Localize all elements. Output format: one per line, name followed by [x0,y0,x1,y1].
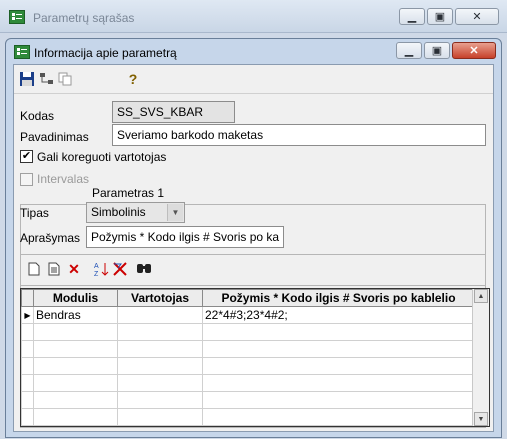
svg-text:A: A [94,263,99,270]
grid-table: Modulis Vartotojas Požymis * Kodo ilgis … [21,289,475,426]
tipas-select[interactable]: Simbolinis ▼ [86,202,185,223]
kodas-label: Kodas [20,109,55,123]
minimize-icon: ▁ [407,11,417,23]
new-icon [28,262,40,276]
save-button[interactable] [18,70,36,88]
column-header-modulis[interactable]: Modulis [33,289,118,307]
parameter-header: Parametras 1 [92,186,165,200]
vertical-scrollbar[interactable]: ▲ ▼ [472,289,489,426]
dialog-toolbar: ? [14,65,493,94]
pavadinimas-label: Pavadinimas [20,130,89,144]
filter-clear-icon [113,262,127,276]
save-icon [20,72,34,86]
maximize-icon: ▣ [431,45,443,57]
table-row[interactable] [21,374,475,392]
scroll-up-icon[interactable]: ▲ [474,289,488,303]
close-icon: ✕ [472,11,482,23]
intervalas-label: Intervalas [37,172,90,186]
minimize-icon: ▁ [404,45,414,57]
sort-button[interactable]: AZ [94,261,110,277]
dialog-titlebar[interactable]: Informacija apie parametrą ▁ ▣ ✕ [6,39,501,64]
close-button[interactable]: ✕ [455,8,499,25]
editable-checkbox[interactable]: ✔ [20,150,33,163]
minimize-button[interactable]: ▁ [396,42,422,59]
tree-icon [40,73,53,84]
app-icon [9,10,25,24]
edit-button[interactable] [46,261,62,277]
edit-icon [48,262,60,276]
copy-icon [58,72,72,86]
minimize-button[interactable]: ▁ [399,8,425,25]
column-header-pozymis[interactable]: Požymis * Kodo ilgis # Svoris po kableli… [202,289,475,307]
dialog-title: Informacija apie parametrą [34,46,177,60]
table-row[interactable] [21,408,475,426]
scroll-down-icon[interactable]: ▼ [474,412,488,426]
table-row[interactable] [21,340,475,358]
cell-vartotojas[interactable] [117,306,203,324]
find-button[interactable] [136,261,152,277]
pavadinimas-field[interactable]: Sveriamo barkodo maketas [112,124,486,146]
tipas-label: Tipas [20,206,49,220]
delete-icon: ✕ [68,260,80,277]
tipas-value: Simbolinis [91,205,146,219]
data-grid[interactable]: Modulis Vartotojas Požymis * Kodo ilgis … [20,288,490,427]
chevron-down-icon: ▼ [167,204,183,221]
filter-clear-button[interactable] [112,261,128,277]
table-row[interactable]: ▶ Bendras 22*4#3;23*4#2; [21,306,475,324]
help-icon: ? [128,71,138,87]
app-icon [14,45,30,59]
row-selector-header [21,289,34,307]
aprasymas-field[interactable]: Požymis * Kodo ilgis # Svoris po ka [86,226,284,248]
maximize-icon: ▣ [434,11,446,23]
copy-button[interactable] [56,70,74,88]
delete-button[interactable]: ✕ [66,261,82,277]
svg-text:Z: Z [94,271,99,277]
background-window-title: Parametrų sąrašas [33,11,135,25]
table-row[interactable] [21,323,475,341]
table-row[interactable] [21,357,475,375]
cell-pozymis[interactable]: 22*4#3;23*4#2; [202,306,475,324]
tree-button[interactable] [38,70,56,88]
background-titlebar[interactable]: Parametrų sąrašas ▁ ▣ ✕ [0,0,507,33]
editable-label: Gali koreguoti vartotojas [37,150,167,164]
maximize-button[interactable]: ▣ [424,42,450,59]
intervalas-checkbox[interactable] [20,173,33,186]
grid-header-row: Modulis Vartotojas Požymis * Kodo ilgis … [21,289,475,307]
current-row-marker: ▶ [21,306,34,324]
column-header-vartotojas[interactable]: Vartotojas [117,289,203,307]
parameter-info-dialog: Informacija apie parametrą ▁ ▣ ✕ ? Kodas… [5,38,502,438]
sort-icon: AZ [94,263,109,277]
aprasymas-label: Aprašymas [20,231,81,245]
find-icon [137,264,151,273]
kodas-field: SS_SVS_KBAR [112,101,235,123]
close-icon: ✕ [469,45,479,57]
new-button[interactable] [26,261,42,277]
table-row[interactable] [21,391,475,409]
maximize-button[interactable]: ▣ [427,8,453,25]
close-button[interactable]: ✕ [452,42,496,59]
help-button[interactable]: ? [124,70,142,88]
cell-modulis[interactable]: Bendras [33,306,118,324]
